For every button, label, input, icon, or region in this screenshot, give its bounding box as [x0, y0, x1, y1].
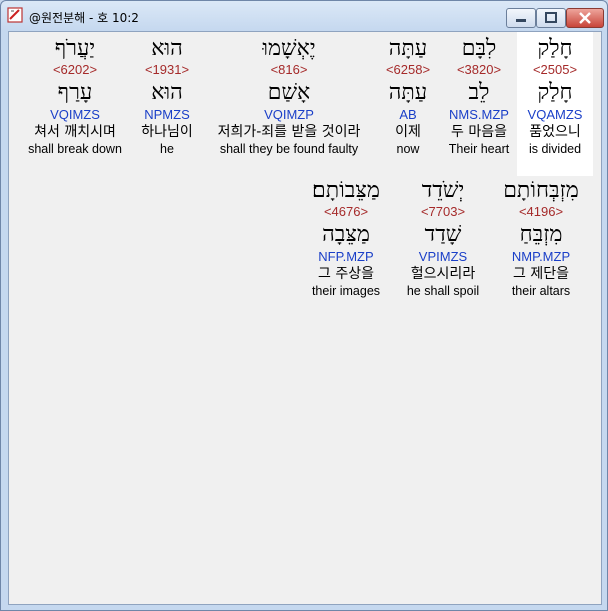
morph-code: NMP.MZP: [511, 249, 571, 264]
strong-number[interactable]: <7703>: [397, 204, 489, 220]
strong-number[interactable]: <1931>: [131, 62, 203, 78]
strong-number[interactable]: <4196>: [495, 204, 587, 220]
window-title: @원전분해 - 호 10:2: [29, 11, 139, 25]
strong-number[interactable]: <4676>: [305, 204, 387, 220]
korean-gloss: 그 제단을: [513, 266, 569, 282]
lemma-word: חָלַק: [537, 80, 573, 105]
english-gloss: shall they be found faulty: [219, 142, 359, 156]
lemma-word: עָרַף: [57, 80, 93, 105]
morph-code: NFP.MZP: [318, 249, 374, 264]
word-card[interactable]: עַתָּה <6258> עַתָּה AB 이제 now: [375, 36, 441, 157]
english-gloss: he shall spoil: [406, 284, 480, 298]
korean-gloss: 품었으니: [529, 124, 581, 140]
english-gloss: now: [396, 142, 420, 156]
word-card[interactable]: יַעֲרֹף <6202> עָרַף VQIMZS 쳐서 깨치시며 shal…: [19, 36, 131, 157]
korean-gloss: 헐으시리라: [410, 266, 476, 282]
app-icon: [7, 7, 23, 23]
english-gloss: he: [160, 142, 174, 156]
lemma-word: מַצֵּבָה: [322, 222, 370, 247]
word-card[interactable]: יֶאְשָׁמוּ <816> אָשַׁם VQIMZP 저희가-죄를 받을…: [203, 36, 375, 157]
english-gloss: Their heart: [448, 142, 510, 156]
analysis-panel: יַעֲרֹף <6202> עָרַף VQIMZS 쳐서 깨치시며 shal…: [8, 31, 602, 605]
hebrew-word: מִזְבְּחוֹתָם: [503, 178, 579, 203]
english-gloss: their images: [311, 284, 381, 298]
morph-code: VPIMZS: [418, 249, 468, 264]
main-window: @원전분해 - 호 10:2 יַעֲרֹף <6202> עָרַף VQIM…: [0, 0, 608, 611]
maximize-button[interactable]: [536, 8, 566, 28]
close-button[interactable]: [566, 8, 604, 28]
strong-number[interactable]: <2505>: [517, 62, 593, 78]
hebrew-word: יֶאְשָׁמוּ: [262, 36, 316, 61]
word-card[interactable]: יְשֹׁדֵד <7703> שָׁדַד VPIMZS 헐으시리라 he s…: [397, 178, 489, 299]
strong-number[interactable]: <3820>: [441, 62, 517, 78]
strong-number[interactable]: <816>: [203, 62, 375, 78]
lemma-word: לֵב: [468, 80, 490, 105]
korean-gloss: 저희가-죄를 받을 것이라: [217, 124, 361, 140]
hebrew-word: חָלַק: [537, 36, 573, 61]
english-gloss: their altars: [511, 284, 571, 298]
morph-code: AB: [399, 107, 417, 122]
korean-gloss: 하나님이: [141, 124, 193, 140]
morph-code: VQIMZP: [264, 107, 314, 122]
english-gloss: is divided: [528, 142, 582, 156]
hebrew-word: לִבָּם: [461, 36, 497, 61]
word-card[interactable]: לִבָּם <3820> לֵב NMS.MZP 두 마음을 Their he…: [441, 36, 517, 157]
hebrew-word: יְשֹׁדֵד: [421, 178, 465, 203]
lemma-word: עַתָּה: [388, 80, 428, 105]
english-gloss: shall break down: [28, 142, 122, 156]
korean-gloss: 그 주상을: [318, 266, 374, 282]
word-card[interactable]: מִזְבְּחוֹתָם <4196> מִזְבֵּחַ NMP.MZP 그…: [495, 178, 587, 299]
lemma-word: הוּא: [151, 80, 183, 105]
hebrew-word: הוּא: [151, 36, 183, 61]
title-bar[interactable]: @원전분해 - 호 10:2: [1, 1, 607, 31]
lemma-word: אָשַׁם: [267, 80, 311, 105]
hebrew-word: עַתָּה: [388, 36, 428, 61]
word-card[interactable]: הוּא <1931> הוּא NPMZS 하나님이 he: [131, 36, 203, 157]
lemma-word: מִזְבֵּחַ: [519, 222, 563, 247]
korean-gloss: 이제: [395, 124, 421, 140]
morph-code: NMS.MZP: [449, 107, 509, 122]
morph-code: VQAMZS: [527, 107, 583, 122]
hebrew-word: יַעֲרֹף: [54, 36, 96, 61]
morph-code: NPMZS: [144, 107, 190, 122]
korean-gloss: 두 마음을: [451, 124, 507, 140]
lemma-word: שָׁדַד: [424, 222, 462, 247]
minimize-button[interactable]: [506, 8, 536, 28]
word-card-selected[interactable]: חָלַק <2505> חָלַק VQAMZS 품었으니 is divide…: [517, 32, 593, 176]
strong-number[interactable]: <6202>: [19, 62, 131, 78]
hebrew-word: מַצֵּבוֹתָם׃: [312, 178, 380, 203]
korean-gloss: 쳐서 깨치시며: [34, 124, 116, 140]
strong-number[interactable]: <6258>: [375, 62, 441, 78]
word-card[interactable]: מַצֵּבוֹתָם׃ <4676> מַצֵּבָה NFP.MZP 그 주…: [305, 178, 387, 299]
morph-code: VQIMZS: [50, 107, 100, 122]
